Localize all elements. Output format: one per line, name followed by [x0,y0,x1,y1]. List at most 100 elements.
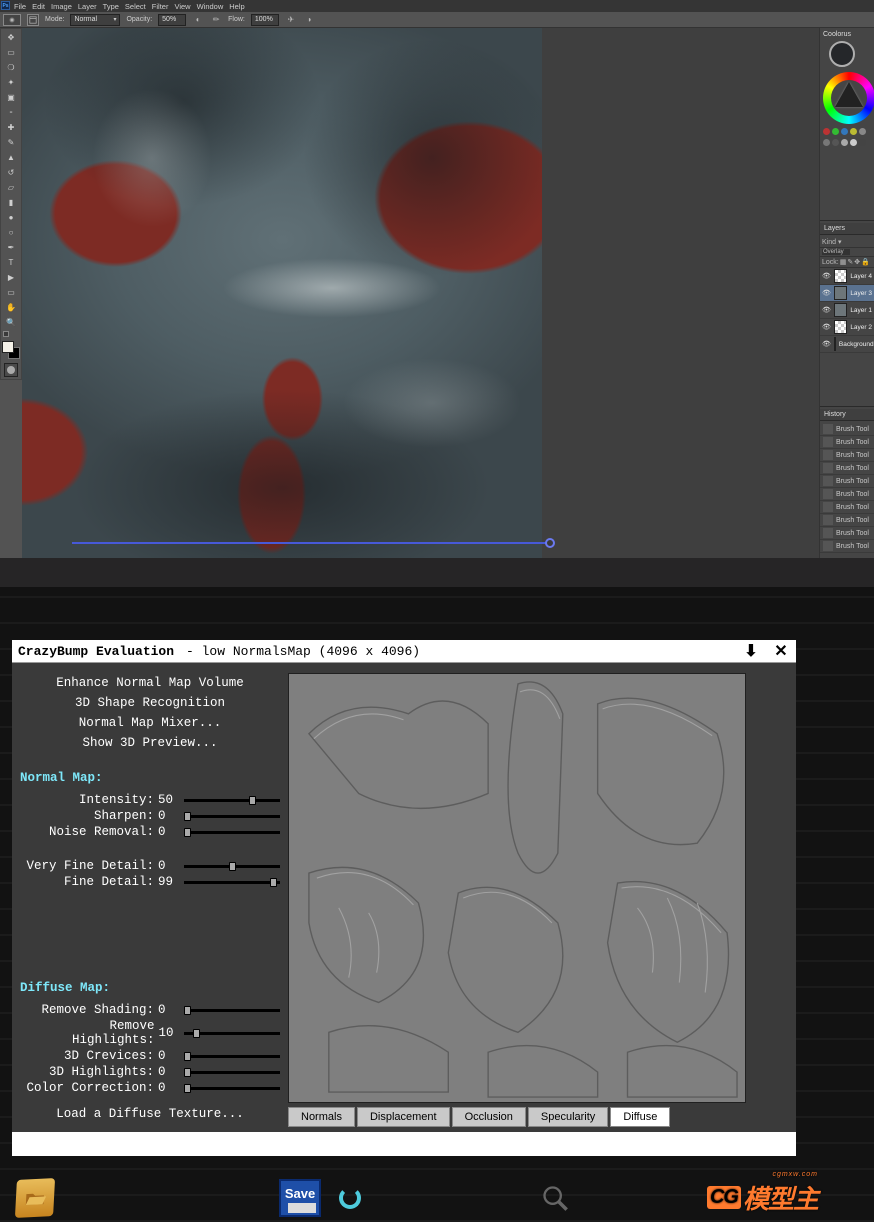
history-row[interactable]: Brush Tool [820,462,874,475]
opacity-pressure-icon[interactable]: ◐ [192,14,204,26]
flow-input[interactable]: 100% [251,14,279,26]
menu-filter[interactable]: Filter [152,2,169,11]
menu-window[interactable]: Window [197,2,224,11]
history-row[interactable]: Brush Tool [820,501,874,514]
fgbg-swatch[interactable] [2,341,20,359]
visibility-icon[interactable]: 👁 [822,272,831,280]
normal-slider-slider[interactable] [184,799,280,802]
palette-swatch[interactable] [850,139,857,146]
document-canvas[interactable] [22,28,542,558]
palette-swatch[interactable] [823,128,830,135]
stamp-tool[interactable]: ▲ [2,151,20,164]
normal-slider-slider[interactable] [184,831,280,834]
type-tool[interactable]: T [2,256,20,269]
palette-swatch[interactable] [859,139,866,146]
history-row[interactable]: Brush Tool [820,514,874,527]
tab-occlusion[interactable]: Occlusion [452,1107,526,1127]
mini-swatch-icon[interactable] [3,331,9,337]
size-pressure-icon[interactable]: ◑ [303,14,315,26]
save-button[interactable]: Save [279,1179,321,1217]
visibility-icon[interactable]: 👁 [822,306,831,314]
palette-swatch[interactable] [859,128,866,135]
mixer-button[interactable]: Normal Map Mixer... [20,713,280,733]
diffuse-slider-slider[interactable] [184,1055,280,1058]
diffuse-slider-slider[interactable] [184,1009,280,1012]
layer-row[interactable]: 👁Background [820,336,874,353]
history-row[interactable]: Brush Tool [820,527,874,540]
history-row[interactable]: Brush Tool [820,540,874,553]
detail-slider-slider[interactable] [184,881,280,884]
chevron-down-icon[interactable]: ▾ [838,238,842,246]
path-select-tool[interactable]: ▶ [2,271,20,284]
download-icon[interactable]: ⬇ [742,642,760,660]
close-icon[interactable]: ✕ [772,642,790,660]
menu-select[interactable]: Select [125,2,146,11]
slider-knob[interactable] [184,828,191,837]
slider-knob[interactable] [229,862,236,871]
diffuse-slider-slider[interactable] [184,1087,280,1090]
preview3d-button[interactable]: Show 3D Preview... [20,733,280,753]
eraser-tool[interactable]: ▱ [2,181,20,194]
history-row[interactable]: Brush Tool [820,423,874,436]
lock-transparent-icon[interactable]: ▦ [840,258,847,266]
tab-diffuse[interactable]: Diffuse [610,1107,670,1127]
palette-swatch[interactable] [841,139,848,146]
palette-swatch[interactable] [832,128,839,135]
quick-select-tool[interactable]: ✦ [2,76,20,89]
history-row[interactable]: Brush Tool [820,475,874,488]
blend-mode-select[interactable]: Normal ▾ [70,14,120,26]
airbrush-icon[interactable]: ✏ [210,14,222,26]
rectangle-tool[interactable]: ▭ [2,286,20,299]
visibility-icon[interactable]: 👁 [822,323,831,331]
menu-image[interactable]: Image [51,2,72,11]
layer-row[interactable]: 👁Layer 2 [820,319,874,336]
dodge-tool[interactable]: ○ [2,226,20,239]
history-row[interactable]: Brush Tool [820,488,874,501]
slider-knob[interactable] [184,1052,191,1061]
normal-slider-slider[interactable] [184,815,280,818]
fg-color[interactable] [2,341,14,353]
history-brush-tool[interactable]: ↺ [2,166,20,179]
layer-row[interactable]: 👁Layer 3 [820,285,874,302]
brush-panel-icon[interactable] [27,14,39,26]
slider-knob[interactable] [193,1029,200,1038]
slider-knob[interactable] [184,1084,191,1093]
marquee-tool[interactable]: ▭ [2,46,20,59]
history-row[interactable]: Brush Tool [820,449,874,462]
lock-pixels-icon[interactable]: ✎ [847,258,853,266]
shape-recognition-button[interactable]: 3D Shape Recognition [20,693,280,713]
menu-edit[interactable]: Edit [32,2,45,11]
enhance-button[interactable]: Enhance Normal Map Volume [20,673,280,693]
airbrush-style-icon[interactable]: ✈ [285,14,297,26]
palette-swatch[interactable] [841,128,848,135]
lock-position-icon[interactable]: ✥ [854,258,860,266]
layer-blend-select[interactable]: Overlay [822,249,850,255]
layer-row[interactable]: 👁Layer 4 [820,268,874,285]
slider-knob[interactable] [270,878,277,887]
visibility-icon[interactable]: 👁 [822,340,831,348]
lock-all-icon[interactable]: 🔒 [861,258,870,266]
slider-knob[interactable] [184,1006,191,1015]
eyedropper-tool[interactable]: ⁃ [2,106,20,119]
load-diffuse-button[interactable]: Load a Diffuse Texture... [20,1104,280,1124]
color-triangle[interactable] [835,82,863,107]
zoom-tool[interactable]: 🔍 [2,316,20,329]
diffuse-slider-slider[interactable] [184,1071,280,1074]
move-tool[interactable]: ✥ [2,31,20,44]
scrubber-thumb[interactable] [545,538,555,548]
color-wheel[interactable] [823,72,874,124]
palette-swatch[interactable] [832,139,839,146]
menu-help[interactable]: Help [229,2,244,11]
slider-knob[interactable] [184,1068,191,1077]
magnify-icon[interactable] [541,1184,569,1212]
blur-tool[interactable]: ● [2,211,20,224]
tab-displacement[interactable]: Displacement [357,1107,450,1127]
pen-tool[interactable]: ✒ [2,241,20,254]
lasso-tool[interactable]: ❍ [2,61,20,74]
menu-layer[interactable]: Layer [78,2,97,11]
detail-slider-slider[interactable] [184,865,280,868]
palette-swatch[interactable] [823,139,830,146]
palette-swatch[interactable] [850,128,857,135]
tab-normals[interactable]: Normals [288,1107,355,1127]
brush-preset-picker[interactable] [3,14,21,26]
